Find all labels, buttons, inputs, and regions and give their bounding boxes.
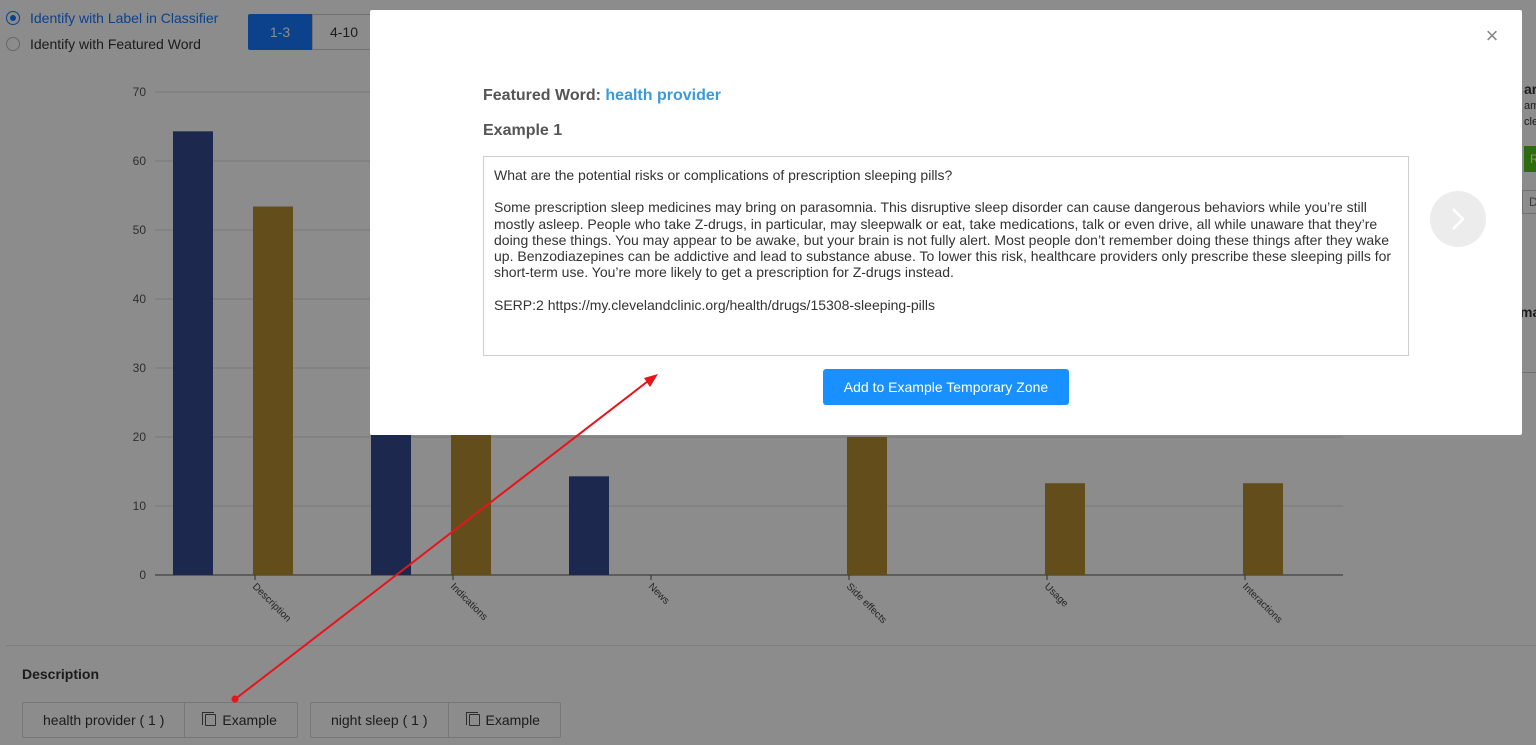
example-question: What are the potential risks or complica… xyxy=(494,167,953,183)
example-text-box[interactable]: What are the potential risks or complica… xyxy=(483,156,1409,356)
example-modal: × Featured Word: health provider Example… xyxy=(370,10,1522,435)
close-icon[interactable]: × xyxy=(1482,25,1502,47)
chevron-right-icon xyxy=(1452,208,1465,230)
page: Identify with Label in Classifier Identi… xyxy=(0,0,1536,745)
featured-word-heading: Featured Word: health provider xyxy=(483,87,721,105)
add-to-temporary-zone-button[interactable]: Add to Example Temporary Zone xyxy=(823,369,1069,405)
example-source: SERP:2 https://my.clevelandclinic.org/he… xyxy=(494,296,935,313)
featured-word-label: Featured Word: xyxy=(483,87,601,104)
example-body: Some prescription sleep medicines may br… xyxy=(494,199,1392,281)
example-title: Example 1 xyxy=(483,122,563,139)
next-example-button[interactable] xyxy=(1430,191,1486,247)
featured-word-value: health provider xyxy=(605,87,721,104)
